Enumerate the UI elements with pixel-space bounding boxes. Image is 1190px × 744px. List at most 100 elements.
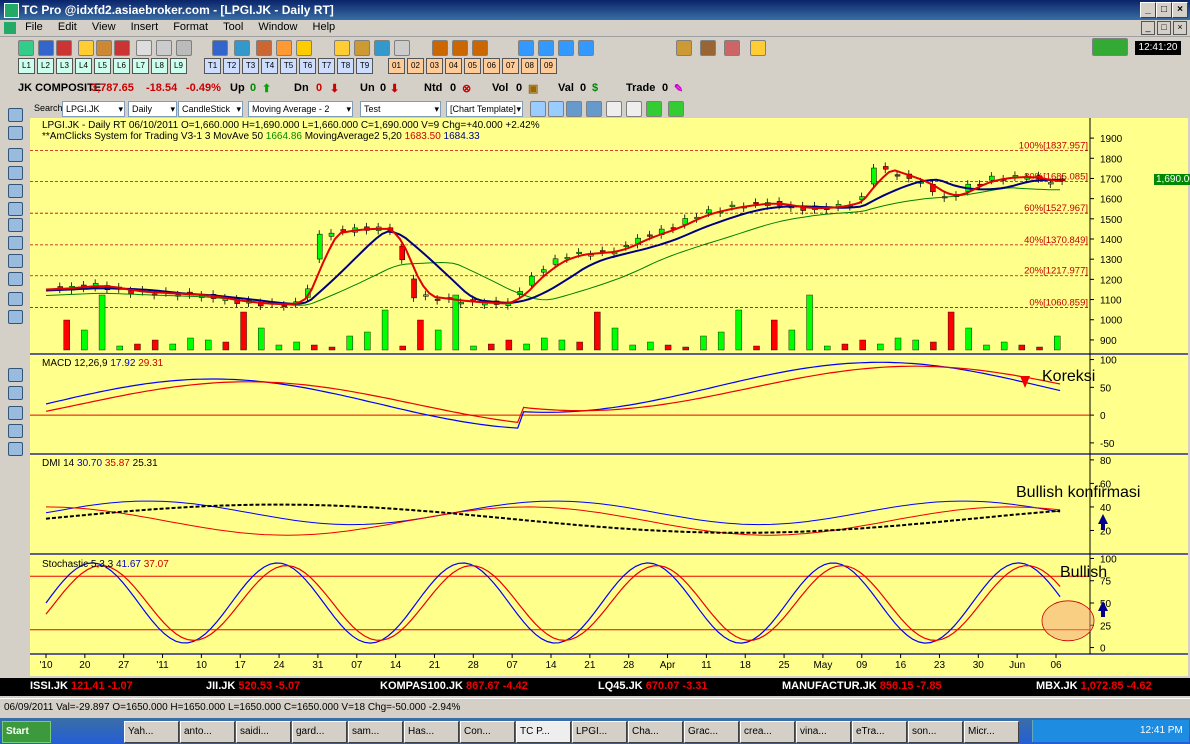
misc-tab-01[interactable]: 01	[388, 58, 405, 74]
misc-tab-08[interactable]: 08	[521, 58, 538, 74]
template-tab-t6[interactable]: T6	[299, 58, 316, 74]
test-select[interactable]: Test	[360, 101, 441, 117]
taskbar-item[interactable]: Has...	[404, 721, 459, 743]
trophy-icon[interactable]	[432, 40, 448, 56]
zoom-out-icon[interactable]	[8, 236, 23, 250]
ruler-icon[interactable]	[8, 272, 23, 286]
template-tab-t1[interactable]: T1	[204, 58, 221, 74]
table-icon[interactable]	[212, 40, 228, 56]
zoom-in-icon[interactable]	[8, 184, 23, 198]
menu-file[interactable]: File	[19, 20, 49, 34]
taskbar-item[interactable]: eTra...	[852, 721, 907, 743]
print-icon[interactable]	[56, 40, 72, 56]
connection-icon[interactable]	[1092, 38, 1128, 56]
taskbar-item[interactable]: son...	[908, 721, 963, 743]
chart-settings-icon[interactable]	[566, 101, 582, 117]
taskbar-item[interactable]: gard...	[292, 721, 347, 743]
taskbar-item[interactable]: vina...	[796, 721, 851, 743]
chart-type-select[interactable]: CandleStick	[178, 101, 243, 117]
drawing-icon[interactable]	[8, 292, 23, 306]
misc-tab-05[interactable]: 05	[464, 58, 481, 74]
taskbar-item[interactable]: crea...	[740, 721, 795, 743]
taskbar-item[interactable]: Con...	[460, 721, 515, 743]
menu-window[interactable]: Window	[252, 20, 303, 34]
ticker-item[interactable]: KOMPAS100.JK 867.67 -4.42	[380, 680, 528, 692]
list-icon[interactable]	[8, 166, 23, 180]
trophy-icon[interactable]	[452, 40, 468, 56]
chart-canvas[interactable]: 1900180017001600150014001300120011001000…	[30, 118, 1188, 676]
mdi-restore-button[interactable]: □	[1157, 21, 1171, 35]
layout-tab-l6[interactable]: L6	[113, 58, 130, 74]
ticker-item[interactable]: ISSI.JK 121.41 -1.07	[30, 680, 133, 692]
menu-view[interactable]: View	[86, 20, 122, 34]
columns-icon[interactable]	[518, 40, 534, 56]
taskbar-item[interactable]: TC P...	[516, 721, 571, 743]
taskbar-item[interactable]: anto...	[180, 721, 235, 743]
pointer-icon[interactable]	[8, 108, 23, 122]
taskbar-item[interactable]: LPGI...	[572, 721, 627, 743]
taskbar-item[interactable]: saidi...	[236, 721, 291, 743]
refresh-icon[interactable]	[668, 101, 684, 117]
user-icon[interactable]	[700, 40, 716, 56]
chart-area[interactable]: 1900 1800 1700 1600 1500 1400 1300 1200 1100 1000…	[30, 118, 1190, 676]
scroll-icon[interactable]	[8, 254, 23, 268]
fibonacci-icon[interactable]	[8, 424, 23, 438]
pencil-icon[interactable]	[606, 101, 622, 117]
taskbar-item[interactable]: Yah...	[124, 721, 179, 743]
template-tab-t2[interactable]: T2	[223, 58, 240, 74]
taskbar-item[interactable]: sam...	[348, 721, 403, 743]
folder-icon[interactable]	[78, 40, 94, 56]
news-icon[interactable]	[354, 40, 370, 56]
taskbar-item[interactable]: Cha...	[628, 721, 683, 743]
trophy-icon[interactable]	[472, 40, 488, 56]
ticker-item[interactable]: MANUFACTUR.JK 856.15 -7.85	[782, 680, 942, 692]
alert-icon[interactable]	[276, 40, 292, 56]
text-icon[interactable]	[8, 406, 23, 420]
object-icon[interactable]	[8, 310, 23, 324]
template-tab-t7[interactable]: T7	[318, 58, 335, 74]
zoom-in-icon[interactable]	[530, 101, 546, 117]
symbol-input[interactable]: LPGI.JK	[62, 101, 125, 117]
template-tab-t8[interactable]: T8	[337, 58, 354, 74]
layout-tab-l1[interactable]: L1	[18, 58, 35, 74]
misc-tab-06[interactable]: 06	[483, 58, 500, 74]
draw-line-icon[interactable]	[626, 101, 642, 117]
ticker-item[interactable]: MBX.JK 1,072.85 -4.62	[1036, 680, 1152, 692]
minimize-button[interactable]: _	[1140, 2, 1156, 18]
edit-icon[interactable]	[334, 40, 350, 56]
grid-icon[interactable]	[156, 40, 172, 56]
zoom-out-icon[interactable]	[548, 101, 564, 117]
chart-icon[interactable]	[114, 40, 130, 56]
mdi-close-button[interactable]: ×	[1173, 21, 1187, 35]
list-icon[interactable]	[234, 40, 250, 56]
layout-tab-l2[interactable]: L2	[37, 58, 54, 74]
chart-format-icon[interactable]	[586, 101, 602, 117]
taskbar-item[interactable]: Micr...	[964, 721, 1019, 743]
close-button[interactable]: ×	[1172, 2, 1188, 18]
save-icon[interactable]	[38, 40, 54, 56]
building-icon[interactable]	[136, 40, 152, 56]
move-icon[interactable]	[8, 202, 23, 216]
misc-tab-03[interactable]: 03	[426, 58, 443, 74]
menu-help[interactable]: Help	[307, 20, 342, 34]
period-select[interactable]: Daily	[128, 101, 177, 117]
chart-icon[interactable]	[8, 368, 23, 382]
layout-tab-l5[interactable]: L5	[94, 58, 111, 74]
zoom-icon[interactable]	[8, 218, 23, 232]
template-tab-t3[interactable]: T3	[242, 58, 259, 74]
ticker-item[interactable]: LQ45.JK 670.07 -3.31	[598, 680, 707, 692]
lock-icon[interactable]	[676, 40, 692, 56]
window-icon[interactable]	[8, 148, 23, 162]
settings-icon[interactable]	[176, 40, 192, 56]
template-select[interactable]: [Chart Template]	[446, 101, 523, 117]
portfolio-icon[interactable]	[374, 40, 390, 56]
tile-icon[interactable]	[578, 40, 594, 56]
layout-tab-l8[interactable]: L8	[151, 58, 168, 74]
menu-tool[interactable]: Tool	[217, 20, 249, 34]
menu-format[interactable]: Format	[167, 20, 214, 34]
dollar-icon[interactable]	[646, 101, 662, 117]
start-button[interactable]: Start	[2, 721, 51, 743]
misc-tab-07[interactable]: 07	[502, 58, 519, 74]
layout-tab-l7[interactable]: L7	[132, 58, 149, 74]
trendline-icon[interactable]	[8, 386, 23, 400]
